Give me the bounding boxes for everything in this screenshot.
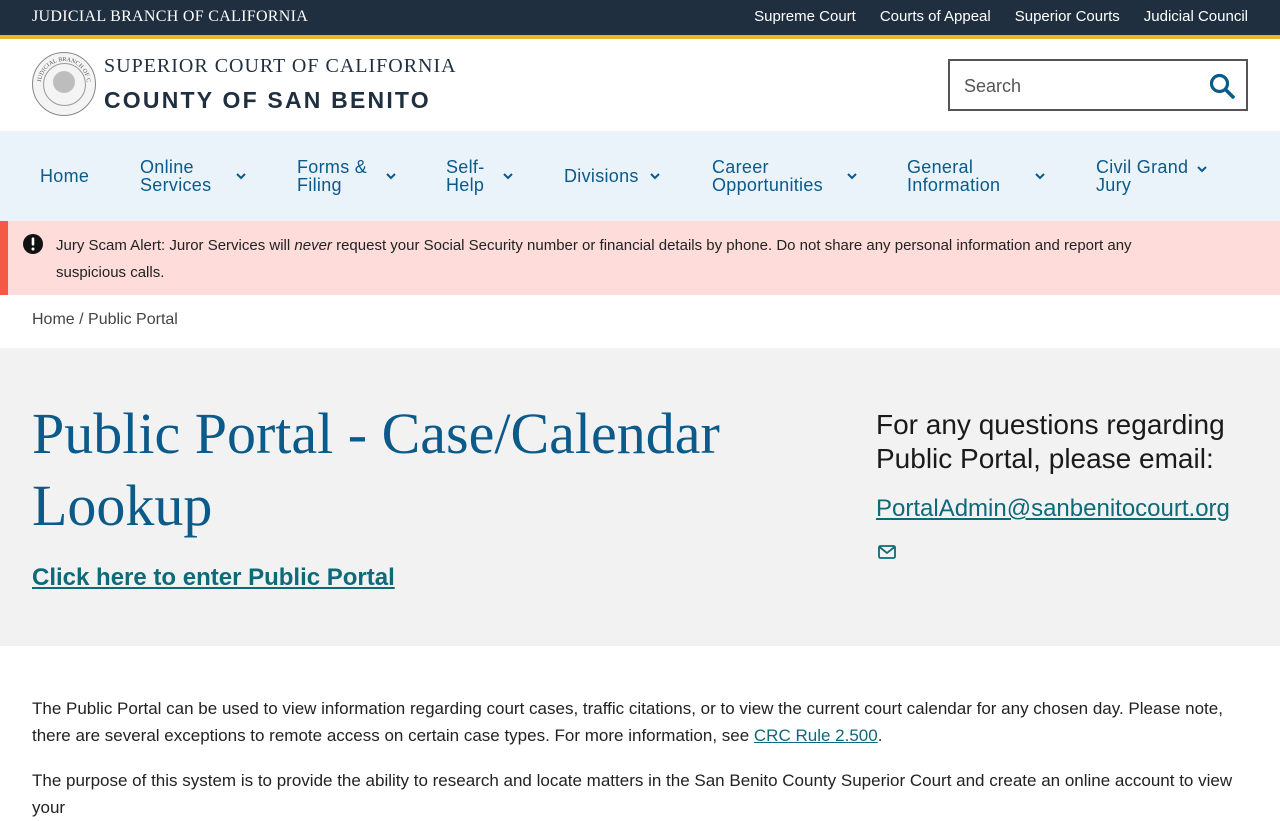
- judicial-branch-bar: JUDICIAL BRANCH OF CALIFORNIA Supreme Co…: [0, 0, 1280, 39]
- portal-admin-email-link[interactable]: PortalAdmin@sanbenitocourt.org: [876, 495, 1230, 523]
- nav-home[interactable]: Home: [40, 131, 89, 221]
- court-seal-logo[interactable]: JUDICIAL BRANCH OF CALIFORNIA: [32, 52, 96, 116]
- court-name-line1[interactable]: SUPERIOR COURT OF CALIFORNIA: [104, 55, 457, 78]
- chevron-down-icon: [236, 173, 246, 180]
- breadcrumb: Home / Public Portal: [32, 311, 178, 329]
- superior-courts-link[interactable]: Superior Courts: [1015, 8, 1120, 25]
- nav-self-help[interactable]: Self-Help: [446, 131, 514, 221]
- nav-career-opportunities[interactable]: Career Opportunities: [712, 131, 858, 221]
- courts-of-appeal-link[interactable]: Courts of Appeal: [880, 8, 991, 25]
- breadcrumb-home-link[interactable]: Home: [32, 311, 75, 328]
- nav-career-opportunities-label: Career Opportunities: [712, 157, 823, 195]
- site-header: JUDICIAL BRANCH OF CALIFORNIA SUPERIOR C…: [0, 39, 1280, 131]
- search-input[interactable]: [962, 73, 1196, 99]
- crc-rule-link[interactable]: CRC Rule 2.500: [754, 726, 878, 745]
- chevron-down-icon: [847, 173, 857, 180]
- intro-paragraph: The Public Portal can be used to view in…: [32, 699, 1223, 745]
- nav-online-services-label: Online Services: [140, 157, 212, 195]
- alert-message: Jury Scam Alert: Juror Services will nev…: [56, 237, 1132, 281]
- chevron-down-icon: [1035, 173, 1045, 180]
- nav-civil-grand-jury-label: Civil Grand Jury: [1096, 157, 1189, 195]
- search-button[interactable]: [1208, 72, 1236, 100]
- contact-heading: For any questions regarding Public Porta…: [876, 409, 1225, 474]
- nav-general-information-label: General Information: [907, 157, 1001, 195]
- supreme-court-link[interactable]: Supreme Court: [754, 8, 856, 25]
- nav-divisions[interactable]: Divisions: [564, 131, 661, 221]
- chevron-down-icon: [1197, 166, 1207, 173]
- exclamation-circle-icon: [23, 234, 43, 254]
- nav-forms-filing-label: Forms & Filing: [297, 157, 368, 195]
- court-name-line2[interactable]: COUNTY OF SAN BENITO: [104, 87, 431, 114]
- nav-general-information[interactable]: General Information: [907, 131, 1046, 221]
- search-icon: [1209, 73, 1235, 99]
- nav-home-label: Home: [40, 166, 90, 186]
- breadcrumb-current: Public Portal: [88, 311, 178, 328]
- nav-forms-filing[interactable]: Forms & Filing: [297, 131, 397, 221]
- chevron-down-icon: [386, 173, 396, 180]
- nav-self-help-label: Self-Help: [446, 157, 485, 195]
- judicial-branch-links: Supreme Court Courts of Appeal Superior …: [754, 8, 1248, 25]
- page-hero: Public Portal - Case/Calendar Lookup Cli…: [0, 348, 1280, 646]
- page-title: Public Portal - Case/Calendar Lookup: [32, 401, 720, 538]
- chevron-down-icon: [650, 173, 660, 180]
- jury-scam-alert: Jury Scam Alert: Juror Services will nev…: [0, 221, 1280, 295]
- nav-online-services[interactable]: Online Services: [140, 131, 247, 221]
- nav-civil-grand-jury[interactable]: Civil Grand Jury: [1096, 131, 1208, 221]
- enter-public-portal-link[interactable]: Click here to enter Public Portal: [32, 564, 395, 592]
- breadcrumb-separator: /: [74, 311, 89, 328]
- chevron-down-icon: [503, 173, 513, 180]
- main-navigation: Home Online Services Forms & Filing Self…: [0, 131, 1280, 221]
- site-search: [948, 59, 1248, 111]
- judicial-council-link[interactable]: Judicial Council: [1144, 8, 1248, 25]
- nav-divisions-label: Divisions: [564, 166, 639, 186]
- judicial-branch-title[interactable]: JUDICIAL BRANCH OF CALIFORNIA: [32, 8, 308, 26]
- envelope-icon[interactable]: [878, 545, 896, 559]
- purpose-paragraph: The purpose of this system is to provide…: [32, 771, 1233, 817]
